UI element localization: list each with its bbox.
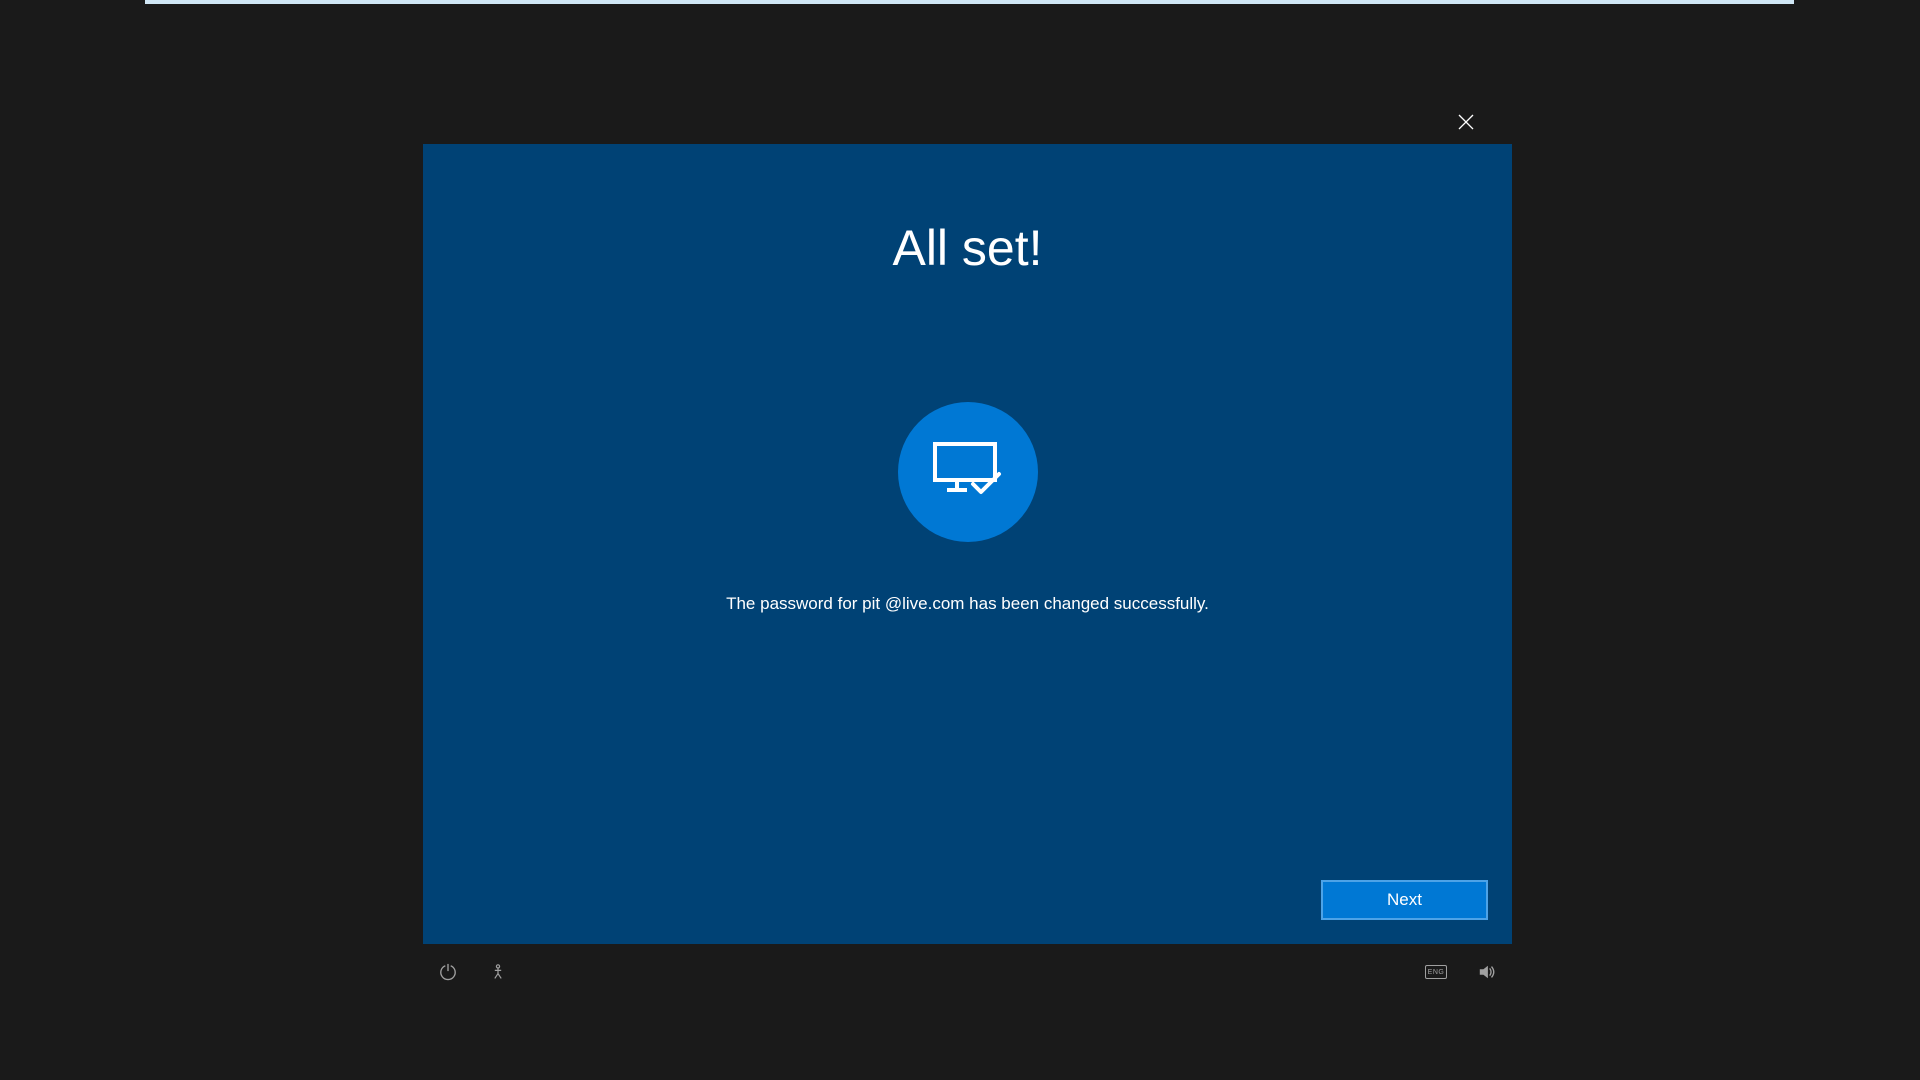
confirmation-message: The password for pit @live.com has been … bbox=[423, 594, 1512, 614]
input-method-badge[interactable]: ENG bbox=[1425, 965, 1447, 979]
accessibility-icon[interactable] bbox=[488, 962, 508, 982]
confirmation-dialog: All set! The password for pit @live.com … bbox=[423, 144, 1512, 944]
next-button[interactable]: Next bbox=[1322, 881, 1487, 919]
dialog-title: All set! bbox=[423, 219, 1512, 277]
top-accent-bar bbox=[145, 0, 1794, 4]
close-icon bbox=[1458, 114, 1474, 135]
power-icon[interactable] bbox=[438, 962, 458, 982]
bottom-toolbar: ENG bbox=[423, 952, 1512, 992]
volume-icon[interactable] bbox=[1477, 962, 1497, 982]
close-button[interactable] bbox=[1450, 108, 1482, 140]
monitor-check-icon bbox=[933, 442, 1003, 502]
success-icon-circle bbox=[898, 402, 1038, 542]
